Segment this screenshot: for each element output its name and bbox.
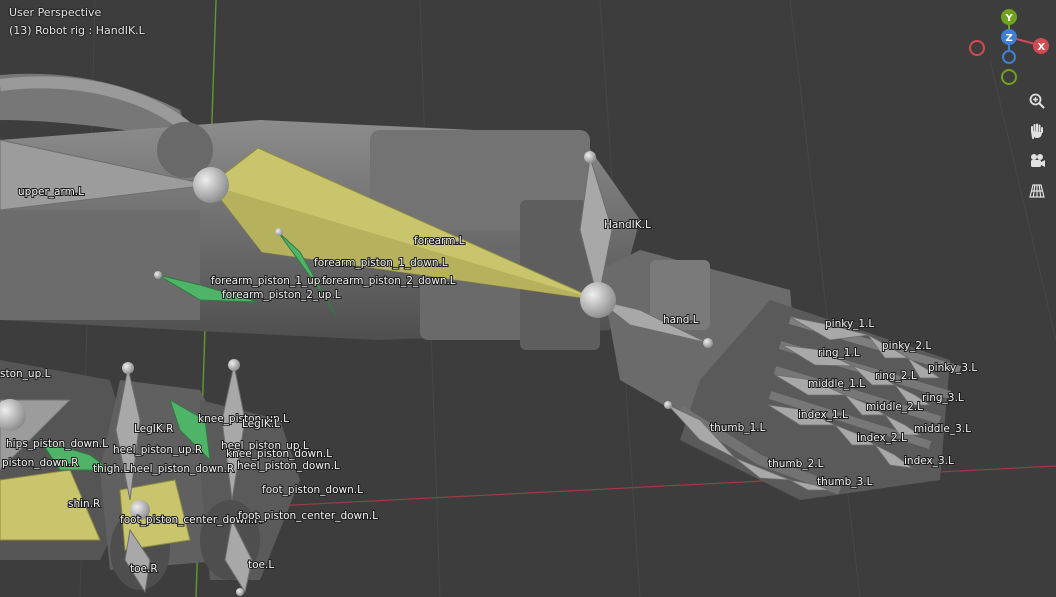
zoom-in-icon	[1029, 93, 1045, 109]
label-middle-2: middle_2.L	[866, 401, 923, 413]
label-foot-piston-center-down-l: foot_piston_center_down.L	[238, 510, 378, 522]
gizmo-x-axis[interactable]: X	[1033, 38, 1049, 54]
label-thumb-3: thumb_3.L	[817, 476, 873, 488]
label-shin-r: shin.R	[68, 498, 100, 510]
label-upper-arm: upper_arm.L	[18, 186, 84, 198]
label-handik: HandIK.L	[604, 219, 651, 231]
gizmo-neg-y[interactable]	[1001, 69, 1017, 85]
label-pinky-2: pinky_2.L	[882, 340, 931, 352]
gizmo-neg-x[interactable]	[969, 40, 985, 56]
gizmo-z-axis[interactable]: Z	[1001, 29, 1017, 45]
label-piston-up: ston_up.L	[0, 368, 51, 380]
label-knee-piston-down: knee_piston_down.L	[226, 448, 332, 460]
label-pinky-1: pinky_1.L	[825, 318, 874, 330]
label-forearm-piston-1-down: forearm_piston_1_down.L	[314, 257, 448, 269]
viewport-scene[interactable]: upper_arm.L forearm.L HandIK.L hand.L fo…	[0, 0, 1056, 597]
object-info: (13) Robot rig : HandIK.L	[9, 24, 145, 37]
svg-text:Y: Y	[1005, 13, 1014, 24]
hand-icon	[1031, 123, 1043, 139]
label-forearm-piston-2-up: forearm_piston_2_up.L	[222, 289, 341, 301]
label-thumb-2: thumb_2.L	[768, 458, 824, 470]
navigation-gizmo[interactable]: Y Z X	[966, 6, 1052, 88]
3d-viewport[interactable]: upper_arm.L forearm.L HandIK.L hand.L fo…	[0, 0, 1056, 597]
label-pinky-3: pinky_3.L	[928, 362, 977, 374]
camera-icon	[1031, 154, 1045, 167]
label-legik-l: LegIK.L	[242, 418, 280, 430]
gizmo-neg-z[interactable]	[1002, 50, 1016, 64]
label-heel-piston-down-r: heel_piston_down.R	[130, 463, 234, 475]
svg-text:X: X	[1038, 42, 1046, 53]
gizmo-y-axis[interactable]: Y	[1001, 9, 1017, 25]
label-hips-piston-down: hips_piston_down.L	[6, 438, 108, 450]
label-ring-2: ring_2.L	[875, 370, 917, 382]
label-heel-piston-down-l: heel_piston_down.L	[237, 460, 340, 472]
label-middle-3: middle_3.L	[914, 423, 971, 435]
zoom-button[interactable]	[1025, 89, 1049, 113]
label-thigh: thigh.L	[93, 463, 129, 475]
label-foot-piston-down: foot_piston_down.L	[262, 484, 363, 496]
label-ring-3: ring_3.L	[922, 392, 964, 404]
label-forearm: forearm.L	[414, 235, 465, 247]
label-forearm-piston-2-down: forearm_piston_2_down.L	[322, 275, 456, 287]
label-toe-r: toe.R	[130, 563, 158, 575]
label-toe-l: toe.L	[248, 559, 274, 571]
perspective-toggle-button[interactable]	[1025, 179, 1049, 203]
view-name: User Perspective	[9, 6, 102, 19]
label-hand: hand.L	[663, 314, 699, 326]
label-ring-1: ring_1.L	[818, 347, 860, 359]
label-heel-piston-up-r: heel_piston_up.R	[113, 444, 202, 456]
label-index-2: index_2.L	[857, 432, 907, 444]
label-thumb-1: thumb_1.L	[710, 422, 766, 434]
label-middle-1: middle_1.L	[808, 378, 865, 390]
pan-button[interactable]	[1025, 119, 1049, 143]
label-legik-r: LegIK.R	[134, 423, 173, 435]
label-forearm-piston-1-up: forearm_piston_1_up.L	[211, 275, 330, 287]
grid-perspective-icon	[1029, 184, 1045, 198]
label-piston-down-r: piston_down.R	[2, 457, 78, 469]
camera-view-button[interactable]	[1025, 149, 1049, 173]
svg-text:Z: Z	[1006, 33, 1013, 44]
label-index-1: index_1.L	[798, 409, 848, 421]
label-index-3: index_3.L	[904, 455, 954, 467]
